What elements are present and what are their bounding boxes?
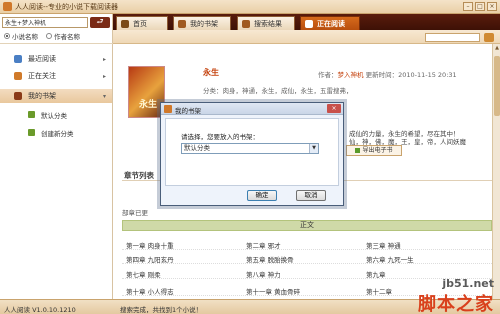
dialog-body: 请选择，您要放入的书架： 默认分类 ▼ <box>165 118 339 186</box>
category-icon <box>28 129 35 136</box>
close-window-button[interactable]: × <box>487 2 497 11</box>
title-bar: 人人阅读--专业的小说下载阅读器 – □ × <box>0 0 500 14</box>
radio-author-name-label: 作者名称 <box>54 33 80 41</box>
chapter-link[interactable]: 第三章 神通 <box>366 240 401 250</box>
sidebar-item-recent[interactable]: 最近阅读 ▸ <box>0 52 112 66</box>
sidebar-item-label: 最近阅读 <box>28 55 56 63</box>
chapter-link[interactable]: 第四章 九阳玄丹 <box>126 254 174 264</box>
export-icon <box>355 148 361 153</box>
search-result-icon <box>242 19 250 28</box>
tab-reading[interactable]: 正在阅读 <box>300 16 360 30</box>
chapter-link[interactable]: 第七章 刚柔 <box>126 269 161 279</box>
book-title: 永生 <box>203 68 219 77</box>
search-submit-button[interactable]: ⮐ <box>90 17 110 28</box>
scroll-up-icon[interactable]: ▲ <box>493 44 500 52</box>
chevron-right-icon: ▸ <box>102 72 106 80</box>
search-mode-radios: 小说名称 作者名称 <box>4 31 80 41</box>
cancel-button[interactable]: 取消 <box>296 190 326 201</box>
site-watermark: jb51.net 脚本之家 <box>358 277 498 314</box>
scrollbar-thumb[interactable] <box>494 56 500 116</box>
sidebar-item-label: 我的书架 <box>28 92 56 100</box>
reading-icon <box>305 19 313 28</box>
volume-header: 正文 <box>122 220 492 231</box>
export-label: 导出电子书 <box>362 147 393 154</box>
tab-bookshelf-label: 我的书架 <box>190 19 218 28</box>
chapter-link[interactable]: 第五章 脱胎换骨 <box>246 254 294 264</box>
chapter-notice: 部章已更 <box>122 209 148 217</box>
app-logo-icon <box>3 2 12 11</box>
tab-reading-label: 正在阅读 <box>317 19 345 28</box>
recent-icon <box>14 55 22 63</box>
chevron-down-icon: ▾ <box>102 92 106 100</box>
chapter-link[interactable]: 第一章 肉身十重 <box>126 240 174 250</box>
radio-unselected-icon[interactable] <box>46 33 52 39</box>
table-row: 第四章 九阳玄丹 第五章 脱胎换骨 第六章 九死一生 <box>122 251 492 264</box>
toolbar-strip <box>113 30 500 44</box>
dialog-close-button[interactable]: × <box>327 104 341 113</box>
status-message: 搜索完成，共找到1个小说！ <box>120 306 203 314</box>
dialog-prompt: 请选择，您要放入的书架： <box>181 133 259 141</box>
sidebar-divider <box>0 43 113 44</box>
book-meta: 作者：梦入神机 更新时间：2010-11-15 20:31 <box>318 69 457 79</box>
chapter-link[interactable]: 第十章 小人得志 <box>126 286 174 296</box>
bookshelf-select-value: 默认分类 <box>184 144 210 152</box>
sidebar-subitem-label: 默认分类 <box>41 111 67 120</box>
update-time: 更新时间：2010-11-15 20:31 <box>365 71 457 79</box>
radio-author-name[interactable]: 作者名称 <box>46 31 80 41</box>
sidebar-subitem-default-category[interactable]: 默认分类 <box>0 108 112 121</box>
radio-selected-icon[interactable] <box>4 33 10 39</box>
table-row: 第一章 肉身十重 第二章 邪才 第三章 神通 <box>122 237 492 250</box>
window-controls: – □ × <box>463 2 497 11</box>
sidebar-subitem-label: 创建新分类 <box>41 129 74 138</box>
sidebar-item-bookshelf[interactable]: 我的书架 ▾ <box>0 89 112 103</box>
bookshelf-dialog: 我的书架 × 请选择，您要放入的书架： 默认分类 ▼ 确定 取消 <box>160 102 344 206</box>
novel-search-input[interactable] <box>2 17 88 28</box>
export-ebook-button[interactable]: 导出电子书 <box>346 145 402 156</box>
chapter-link[interactable]: 第十一章 黄血骨碎 <box>246 286 300 296</box>
sidebar: ⮐ 小说名称 作者名称 最近阅读 ▸ 正在关注 ▸ 我的书架 ▾ 默认分类 创建… <box>0 14 113 299</box>
sidebar-search: ⮐ <box>2 17 110 28</box>
sidebar-item-label: 正在关注 <box>28 72 56 80</box>
app-version: 人人阅读 V1.0.10.1210 <box>4 306 76 314</box>
bookshelf-icon <box>14 92 22 100</box>
watermark-brand: 脚本之家 <box>418 294 494 314</box>
minimize-button[interactable]: – <box>463 2 473 11</box>
chevron-right-icon: ▸ <box>102 55 106 63</box>
chapter-link[interactable]: 第六章 九死一生 <box>366 254 414 264</box>
tab-search-results[interactable]: 搜索结果 <box>237 16 295 30</box>
home-icon <box>121 19 129 28</box>
watermark-url: jb51.net <box>442 277 494 290</box>
tab-home-label: 首页 <box>133 19 147 28</box>
bookshelf-icon <box>178 19 186 28</box>
ok-button[interactable]: 确定 <box>247 190 277 201</box>
cover-title: 永生 <box>138 100 157 110</box>
chapter-link[interactable]: 第八章 神力 <box>246 269 281 279</box>
tab-home[interactable]: 首页 <box>116 16 168 30</box>
book-tags: 分类：肉身，神通，永生，成仙，永生，五雷搜弗， <box>203 87 353 95</box>
chevron-down-icon[interactable]: ▼ <box>309 144 318 153</box>
maximize-button[interactable]: □ <box>475 2 485 11</box>
sidebar-item-following[interactable]: 正在关注 ▸ <box>0 69 112 83</box>
dialog-title: 我的书架 <box>175 107 201 115</box>
toolbar-search-icon[interactable] <box>484 33 494 42</box>
sidebar-subitem-create-category[interactable]: 创建新分类 <box>0 126 112 139</box>
radio-novel-name-label: 小说名称 <box>12 33 38 41</box>
dialog-title-bar: 我的书架 × <box>161 103 343 115</box>
follow-icon <box>14 72 22 80</box>
author-link[interactable]: 梦入神机 <box>338 71 364 79</box>
tab-bookshelf[interactable]: 我的书架 <box>173 16 231 30</box>
bookshelf-select[interactable]: 默认分类 ▼ <box>181 143 319 154</box>
tab-search-results-label: 搜索结果 <box>254 19 282 28</box>
category-icon <box>28 111 35 118</box>
main-scrollbar[interactable]: ▲ <box>492 44 500 299</box>
radio-novel-name[interactable]: 小说名称 <box>4 31 38 41</box>
chapter-link[interactable]: 第二章 邪才 <box>246 240 281 250</box>
tab-bar: 首页 我的书架 搜索结果 正在阅读 <box>113 14 500 30</box>
dialog-app-icon <box>164 105 172 113</box>
toolbar-search-input[interactable] <box>425 33 480 42</box>
author-label: 作者： <box>318 71 338 79</box>
window-title: 人人阅读--专业的小说下载阅读器 <box>15 3 119 11</box>
